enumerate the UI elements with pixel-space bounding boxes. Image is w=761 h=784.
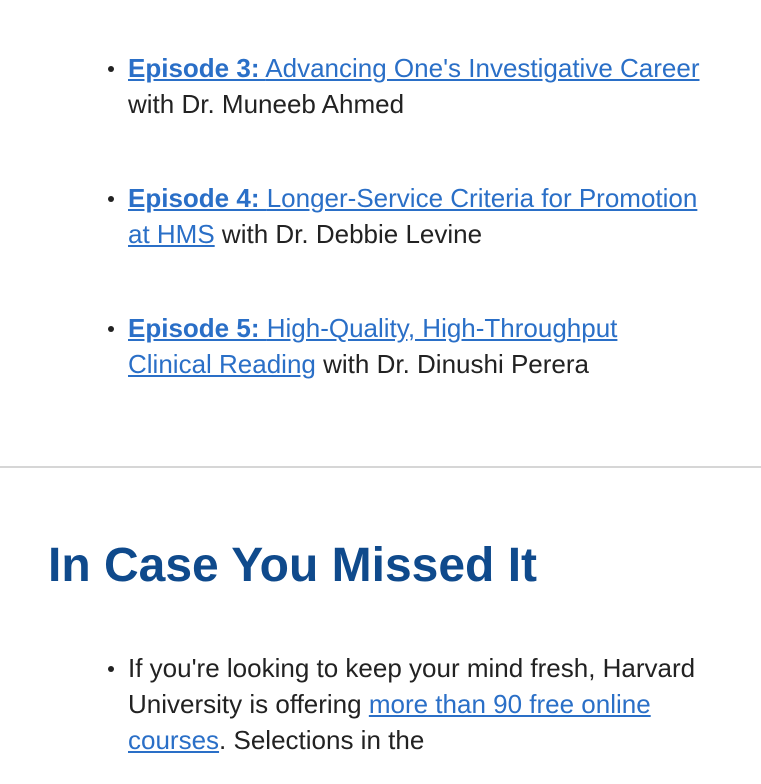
section-divider bbox=[0, 466, 761, 468]
episode-guest: with Dr. Dinushi Perera bbox=[323, 349, 590, 379]
section-heading: In Case You Missed It bbox=[48, 539, 538, 592]
episode-list: Episode 3: Advancing One's Investigative… bbox=[108, 50, 708, 440]
episode-item: Episode 3: Advancing One's Investigative… bbox=[108, 50, 708, 122]
episode-label: Episode 4: bbox=[128, 183, 260, 213]
episode-label: Episode 3: bbox=[128, 53, 260, 83]
episode-item: Episode 5: High-Quality, High-Throughput… bbox=[108, 310, 708, 382]
episode-label: Episode 5: bbox=[128, 313, 260, 343]
episode-3-link[interactable]: Episode 3: Advancing One's Investigative… bbox=[128, 53, 699, 83]
episode-guest: with Dr. Debbie Levine bbox=[221, 219, 483, 249]
icym-list: If you're looking to keep your mind fres… bbox=[108, 650, 708, 758]
list-item: If you're looking to keep your mind fres… bbox=[108, 650, 708, 758]
item-text-after: . Selections in the bbox=[219, 725, 425, 755]
episode-guest: with Dr. Muneeb Ahmed bbox=[128, 89, 405, 119]
episode-item: Episode 4: Longer-Service Criteria for P… bbox=[108, 180, 708, 252]
episode-title: Advancing One's Investigative Career bbox=[265, 53, 700, 83]
